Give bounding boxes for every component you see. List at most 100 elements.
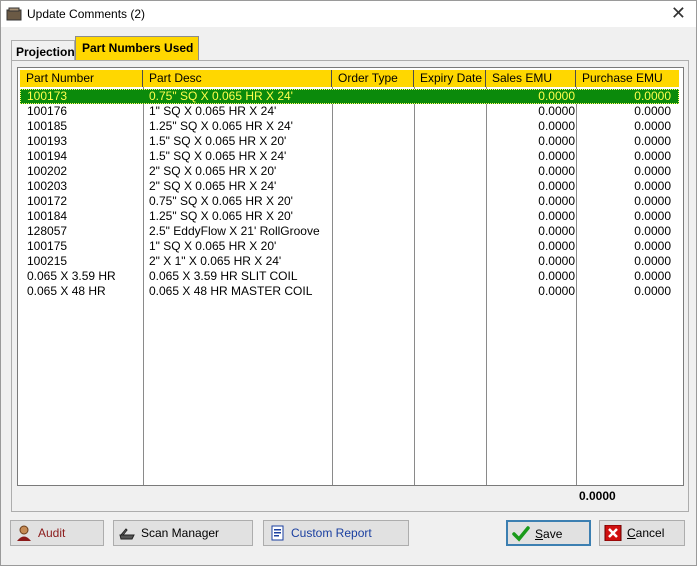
cell-purchase-emu: 0.0000 xyxy=(634,194,671,208)
save-button-label: Save xyxy=(535,522,562,546)
cell-part-desc: 0.065 X 3.59 HR SLIT COIL xyxy=(149,269,298,283)
cell-part-number: 100215 xyxy=(27,254,68,268)
custom-report-button[interactable]: Custom Report xyxy=(263,520,409,546)
green-checkmark-icon xyxy=(512,526,530,542)
title-bar: Update Comments (2) ✕ xyxy=(1,1,696,27)
table-row[interactable]: 100215 2" X 1" X 0.065 HR X 24' 0.0000 0.00… xyxy=(20,254,679,269)
report-document-icon xyxy=(271,525,284,541)
cell-sales-emu: 0.0000 xyxy=(538,254,575,268)
cell-purchase-emu: 0.0000 xyxy=(634,239,671,253)
table-row[interactable]: 100203 2" SQ X 0.065 HR X 24' 0.0000 0.0000 xyxy=(20,179,679,194)
table-row[interactable]: 100173 0.75" SQ X 0.065 HR X 24' 0.0000 0.0… xyxy=(20,89,679,104)
cell-sales-emu: 0.0000 xyxy=(538,89,575,103)
cell-part-number: 100184 xyxy=(27,209,68,223)
cell-purchase-emu: 0.0000 xyxy=(634,209,671,223)
cell-sales-emu: 0.0000 xyxy=(538,194,575,208)
save-button[interactable]: Save xyxy=(506,520,591,546)
red-x-icon xyxy=(604,525,622,541)
cell-purchase-emu: 0.0000 xyxy=(634,104,671,118)
cell-sales-emu: 0.0000 xyxy=(538,209,575,223)
table-row[interactable]: 100184 1.25" SQ X 0.065 HR X 20' 0.0000 0.0… xyxy=(20,209,679,224)
col-header-purchase-emu[interactable]: Purchase EMU xyxy=(576,70,679,87)
grid-rows: 100173 0.75" SQ X 0.065 HR X 24' 0.0000 0.0… xyxy=(20,89,679,299)
cell-part-number: 100202 xyxy=(27,164,68,178)
col-header-part-desc[interactable]: Part Desc xyxy=(143,70,332,87)
cell-sales-emu: 0.0000 xyxy=(538,239,575,253)
cell-sales-emu: 0.0000 xyxy=(538,179,575,193)
cell-purchase-emu: 0.0000 xyxy=(634,119,671,133)
table-row[interactable]: 100193 1.5" SQ X 0.065 HR X 20' 0.0000 0.00… xyxy=(20,134,679,149)
close-icon[interactable]: ✕ xyxy=(671,2,686,24)
cell-part-number: 100185 xyxy=(27,119,68,133)
tab-part-numbers-used-label: Part Numbers Used xyxy=(82,41,194,55)
table-row[interactable]: 100194 1.5" SQ X 0.065 HR X 24' 0.0000 0.00… xyxy=(20,149,679,164)
table-row[interactable]: 100176 1" SQ X 0.065 HR X 24' 0.0000 0.0000 xyxy=(20,104,679,119)
col-header-expiry-date[interactable]: Expiry Date xyxy=(414,70,486,87)
cancel-button[interactable]: Cancel xyxy=(599,520,685,546)
table-row[interactable]: 0.065 X 48 HR 0.065 X 48 HR MASTER COIL 0.… xyxy=(20,284,679,299)
cell-purchase-emu: 0.0000 xyxy=(634,164,671,178)
cell-purchase-emu: 0.0000 xyxy=(634,134,671,148)
cell-part-desc: 1.5" SQ X 0.065 HR X 24' xyxy=(149,149,287,163)
tab-projection-label: Projection xyxy=(16,45,75,59)
cell-part-desc: 1.5" SQ X 0.065 HR X 20' xyxy=(149,134,287,148)
cell-sales-emu: 0.0000 xyxy=(538,119,575,133)
grid-header: Part Number Part Desc Order Type Expiry … xyxy=(20,70,679,87)
cell-part-number: 100193 xyxy=(27,134,68,148)
table-row[interactable]: 128057 2.5" EddyFlow X 21' RollGroove 0.00… xyxy=(20,224,679,239)
cell-part-desc: 2.5" EddyFlow X 21' RollGroove xyxy=(149,224,320,238)
cell-part-number: 100172 xyxy=(27,194,68,208)
save-button-label-rest: ave xyxy=(543,527,563,541)
cell-purchase-emu: 0.0000 xyxy=(634,269,671,283)
cell-sales-emu: 0.0000 xyxy=(538,269,575,283)
window-title: Update Comments (2) xyxy=(27,7,146,21)
cell-purchase-emu: 0.0000 xyxy=(634,254,671,268)
audit-button[interactable]: Audit xyxy=(10,520,104,546)
custom-report-button-label: Custom Report xyxy=(291,526,372,540)
table-row[interactable]: 100202 2" SQ X 0.065 HR X 20' 0.0000 0.0000 xyxy=(20,164,679,179)
table-row[interactable]: 100175 1" SQ X 0.065 HR X 20' 0.0000 0.0000 xyxy=(20,239,679,254)
table-row[interactable]: 100172 0.75" SQ X 0.065 HR X 20' 0.0000 0.0… xyxy=(20,194,679,209)
cancel-button-label-rest: ancel xyxy=(635,526,665,540)
cancel-button-label: Cancel xyxy=(627,521,664,545)
cell-part-desc: 2" X 1" X 0.065 HR X 24' xyxy=(149,254,282,268)
cell-part-number: 100203 xyxy=(27,179,68,193)
table-row[interactable]: 100185 1.25" SQ X 0.065 HR X 24' 0.0000 0.0… xyxy=(20,119,679,134)
part-numbers-grid[interactable]: Part Number Part Desc Order Type Expiry … xyxy=(17,67,684,486)
update-comments-window: Update Comments (2) ✕ Projection Part Nu… xyxy=(0,0,697,566)
cell-sales-emu: 0.0000 xyxy=(538,164,575,178)
tab-part-numbers-used[interactable]: Part Numbers Used xyxy=(75,36,199,61)
cell-part-desc: 1.25" SQ X 0.065 HR X 24' xyxy=(149,119,293,133)
cell-part-desc: 1" SQ X 0.065 HR X 24' xyxy=(149,104,277,118)
cell-part-number: 0.065 X 48 HR xyxy=(27,284,106,298)
cell-sales-emu: 0.0000 xyxy=(538,224,575,238)
save-button-mnemonic: S xyxy=(535,527,544,541)
cell-purchase-emu: 0.0000 xyxy=(634,149,671,163)
window-app-icon xyxy=(6,7,22,21)
cell-part-number: 0.065 X 3.59 HR xyxy=(27,269,116,283)
cell-sales-emu: 0.0000 xyxy=(538,104,575,118)
cell-sales-emu: 0.0000 xyxy=(538,149,575,163)
cell-part-number: 100176 xyxy=(27,104,68,118)
col-header-part-number[interactable]: Part Number xyxy=(20,70,143,87)
cell-part-desc: 1.25" SQ X 0.065 HR X 20' xyxy=(149,209,293,223)
cancel-button-mnemonic: C xyxy=(627,526,636,540)
tab-projection[interactable]: Projection xyxy=(11,40,75,61)
cell-part-desc: 1" SQ X 0.065 HR X 20' xyxy=(149,239,277,253)
cell-part-desc: 0.75" SQ X 0.065 HR X 24' xyxy=(149,89,293,103)
cell-part-desc: 0.065 X 48 HR MASTER COIL xyxy=(149,284,313,298)
person-audit-icon xyxy=(17,525,31,541)
cell-sales-emu: 0.0000 xyxy=(538,134,575,148)
cell-part-number: 100173 xyxy=(27,89,68,103)
grid-total: 0.0000 xyxy=(579,489,616,503)
cell-purchase-emu: 0.0000 xyxy=(634,179,671,193)
cell-part-desc: 2" SQ X 0.065 HR X 24' xyxy=(149,179,277,193)
cell-purchase-emu: 0.0000 xyxy=(634,224,671,238)
col-header-sales-emu[interactable]: Sales EMU xyxy=(486,70,576,87)
col-header-order-type[interactable]: Order Type xyxy=(332,70,414,87)
table-row[interactable]: 0.065 X 3.59 HR 0.065 X 3.59 HR SLIT COIL… xyxy=(20,269,679,284)
cell-sales-emu: 0.0000 xyxy=(538,284,575,298)
scan-manager-button[interactable]: Scan Manager xyxy=(113,520,253,546)
cell-purchase-emu: 0.0000 xyxy=(634,89,671,103)
scanner-icon xyxy=(119,528,135,540)
